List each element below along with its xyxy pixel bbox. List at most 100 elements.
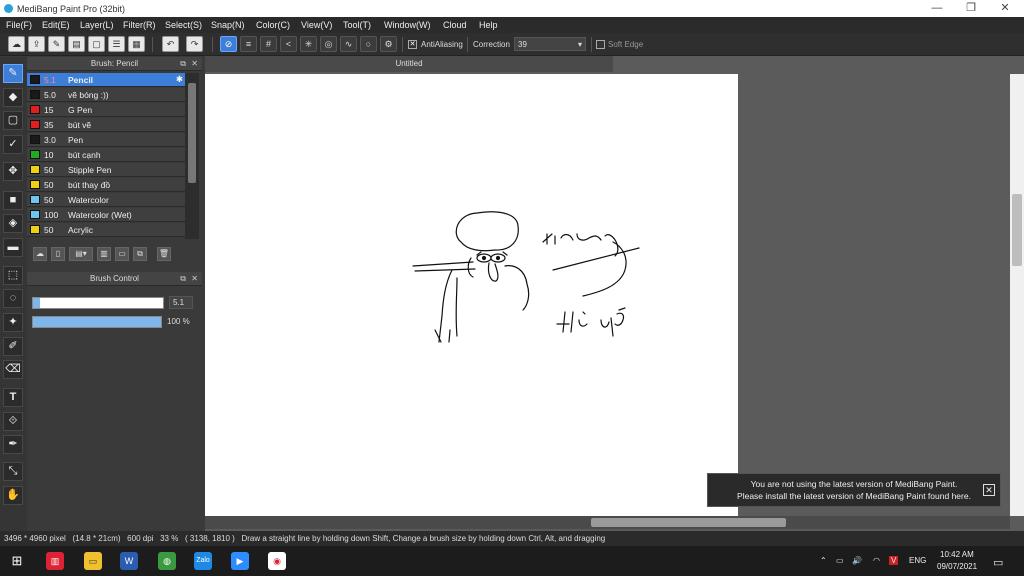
scroll-thumb[interactable] (188, 83, 196, 183)
text-tool-icon[interactable]: T (3, 388, 23, 407)
network-icon[interactable]: ▭ (836, 556, 844, 565)
canvas-horizontal-scrollbar[interactable] (205, 516, 1010, 529)
update-message-line2[interactable]: Please install the latest version of Med… (714, 491, 994, 503)
horizontal-scroll-thumb[interactable] (591, 518, 786, 527)
close-icon[interactable]: ✕ (191, 272, 198, 286)
brush-list-item[interactable]: 50 Acrylic (27, 223, 185, 237)
brush-settings-gear-icon[interactable]: ✱ (176, 74, 183, 85)
menu-filter[interactable]: Filter(R) (123, 20, 156, 30)
circle-snap-icon[interactable]: ○ (360, 36, 377, 52)
app-green-icon[interactable]: ◍ (158, 552, 176, 570)
brush-list-item[interactable]: 50 bút thay đồ (27, 178, 185, 192)
select-eraser-tool-icon[interactable]: ⌫ (3, 360, 23, 379)
menu-window[interactable]: Window(W) (384, 20, 431, 30)
document-tab[interactable]: Untitled (205, 56, 613, 72)
clock-date[interactable]: 09/07/2021 (937, 562, 977, 571)
curve-snap-icon[interactable]: ∿ (340, 36, 357, 52)
message-icon[interactable]: ▤ (68, 36, 85, 52)
notification-icon[interactable]: ▭ (993, 556, 1003, 569)
select-pen-tool-icon[interactable]: ✐ (3, 337, 23, 356)
menu-cloud[interactable]: Cloud (443, 20, 467, 30)
soft-edge-checkbox[interactable] (596, 40, 605, 49)
volume-icon[interactable]: 🔊 (852, 556, 862, 565)
menu-file[interactable]: File(F) (6, 20, 32, 30)
chrome-icon[interactable]: ◉ (268, 552, 286, 570)
brush-tool-icon[interactable]: ✎ (3, 64, 23, 83)
file-explorer-icon[interactable]: ▭ (84, 552, 102, 570)
select-tool-icon[interactable]: ⬚ (3, 266, 23, 285)
minimize-button[interactable]: — (922, 0, 952, 17)
correction-select[interactable]: 39 ▾ (514, 37, 586, 51)
brush-list-item[interactable]: 3.0 Pen (27, 133, 185, 147)
menu-snap[interactable]: Snap(N) (211, 20, 245, 30)
redo-icon[interactable]: ↷ (186, 36, 203, 52)
drawing-canvas[interactable] (205, 74, 738, 516)
bucket-tool-icon[interactable]: ◈ (3, 214, 23, 233)
cross-snap-icon[interactable]: # (260, 36, 277, 52)
brush-list-item[interactable]: 100 Watercolor (Wet) (27, 208, 185, 222)
antialiasing-checkbox[interactable]: ✕ (408, 40, 417, 49)
parallel-snap-icon[interactable]: ≡ (240, 36, 257, 52)
new-brush-icon[interactable]: ▯ (51, 247, 65, 261)
brush-list-item[interactable]: 50 Watercolor (27, 193, 185, 207)
radial-snap-icon[interactable]: ✳ (300, 36, 317, 52)
undock-icon[interactable]: ⧉ (180, 57, 186, 71)
gradient-tool-icon[interactable]: ▬ (3, 238, 23, 257)
zoom-icon[interactable]: ▶ (231, 552, 249, 570)
brush-list-scrollbar[interactable] (185, 73, 199, 239)
document-icon[interactable]: ▢ (88, 36, 105, 52)
canvas-vertical-scrollbar[interactable] (1010, 74, 1024, 516)
close-notification-button[interactable]: ✕ (983, 484, 995, 496)
spuit-tool-icon[interactable]: ⤡ (3, 462, 23, 481)
move-tool-icon[interactable]: ✥ (3, 162, 23, 181)
store-icon[interactable]: ▥ (46, 552, 64, 570)
clock-time[interactable]: 10:42 AM (940, 550, 974, 559)
cloud-icon[interactable]: ☁ (8, 36, 25, 52)
close-icon[interactable]: ✕ (191, 57, 198, 71)
maximize-button[interactable]: ❐ (956, 0, 986, 17)
snap-settings-icon[interactable]: ⚙ (380, 36, 397, 52)
brush-size-slider[interactable] (32, 297, 164, 309)
language-indicator[interactable]: ENG (909, 556, 926, 565)
zalo-icon[interactable]: Zalo (194, 552, 212, 570)
share-icon[interactable]: ⇪ (28, 36, 45, 52)
list-icon[interactable]: ☰ (108, 36, 125, 52)
menu-select[interactable]: Select(S) (165, 20, 202, 30)
pen-tool-icon[interactable]: ✓ (3, 135, 23, 154)
tray-chevron-icon[interactable]: ⌃ (820, 556, 827, 565)
comment-icon[interactable]: ✎ (48, 36, 65, 52)
brush-list-item[interactable]: 10 bút cạnh (27, 148, 185, 162)
menu-tool[interactable]: Tool(T) (343, 20, 371, 30)
grid-icon[interactable]: ▦ (128, 36, 145, 52)
concentric-snap-icon[interactable]: ◎ (320, 36, 337, 52)
delete-brush-icon[interactable]: 🗑 (157, 247, 171, 261)
menu-layer[interactable]: Layer(L) (80, 20, 114, 30)
divide-tool-icon[interactable]: ⟐ (3, 412, 23, 431)
brush-settings-icon[interactable]: ▥ (97, 247, 111, 261)
update-notification[interactable]: You are not using the latest version of … (707, 473, 1001, 507)
undock-icon[interactable]: ⧉ (180, 272, 186, 286)
brush-list-item[interactable]: 15 G Pen (27, 103, 185, 117)
shape-tool-icon[interactable]: ■ (3, 191, 23, 210)
menu-help[interactable]: Help (479, 20, 498, 30)
dot-tool-icon[interactable]: ▢ (3, 111, 23, 130)
brush-list-item[interactable]: 5.1 Pencil ✱ (27, 73, 185, 87)
menu-view[interactable]: View(V) (301, 20, 332, 30)
cloud-brush-icon[interactable]: ☁ (33, 247, 47, 261)
hand-tool-icon[interactable]: ✋ (3, 486, 23, 505)
vanishing-point-icon[interactable]: < (280, 36, 297, 52)
close-window-button[interactable]: ✕ (990, 0, 1020, 17)
vertical-scroll-thumb[interactable] (1012, 194, 1022, 266)
add-brush-menu-icon[interactable]: ▤▾ (69, 247, 93, 261)
menu-color[interactable]: Color(C) (256, 20, 290, 30)
word-icon[interactable]: W (120, 552, 138, 570)
windows-start-icon[interactable]: ⊞ (8, 552, 26, 570)
eraser-tool-icon[interactable]: ◆ (3, 88, 23, 107)
lasso-tool-icon[interactable]: ◌ (3, 289, 23, 308)
wifi-icon[interactable]: ◠ (873, 556, 880, 565)
snap-off-icon[interactable]: ⊘ (220, 36, 237, 52)
magic-wand-tool-icon[interactable]: ✦ (3, 313, 23, 332)
undo-icon[interactable]: ↶ (162, 36, 179, 52)
brush-list-item[interactable]: 50 Stipple Pen (27, 163, 185, 177)
antivirus-icon[interactable]: V (889, 556, 899, 565)
